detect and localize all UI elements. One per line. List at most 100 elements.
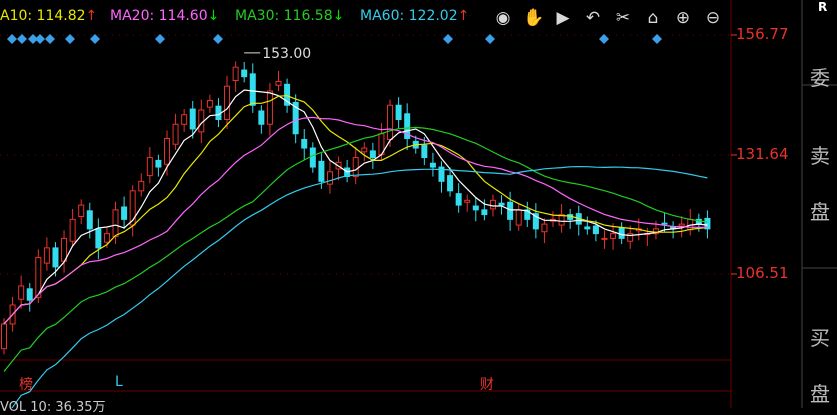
ma-value: MA30: 116.58 [235,8,333,24]
candle-body [26,288,33,301]
candle-body [172,123,179,145]
candle-body [661,222,668,225]
candle-body [301,138,308,149]
candle-body [181,114,188,125]
candle-body [249,73,256,106]
ma-trend-arrow: ↓ [207,8,220,24]
price-axis-mid: 131.64 [736,145,789,163]
candle-body [395,104,402,121]
event-diamond-icon [652,34,662,44]
candle-body [447,175,454,192]
ma-legend-item: MA60: 122.02↑ [360,8,469,24]
candle-body [78,204,85,218]
event-diamond-icon [17,34,27,44]
ma-trend-arrow: ↓ [332,8,345,24]
ma-trend-arrow: ↑ [457,8,470,24]
candle-body [52,247,59,268]
scissors-icon[interactable]: ✂ [613,8,633,28]
marker-l[interactable]: L [115,374,123,390]
candle-body [206,99,213,108]
play-icon[interactable]: ▶ [553,8,573,28]
ma60-line [6,165,708,415]
ma-value: A10: 114.82 [0,8,86,24]
candle-body [155,159,162,168]
marker-bang[interactable]: 榜 [19,374,33,394]
eye-icon[interactable]: ◉ [493,8,513,28]
candle-body [618,227,625,239]
volume-label: VOL 10: 36.35万 [0,400,106,415]
ma-legend-item: MA30: 116.58↓ [235,8,344,24]
ma-value: MA60: 122.02 [360,8,458,24]
candle-body [95,228,102,249]
candle-body [464,199,471,203]
event-diamond-icon [599,34,609,44]
side-label-sell[interactable]: 卖 [810,140,830,169]
candle-body [515,209,522,226]
candle-body [318,160,325,182]
candle-body [138,180,145,192]
price-axis-high: 156.77 [736,25,789,43]
candle-body [472,205,479,211]
price-axis-low: 106.51 [736,264,789,282]
candle-body [1,323,7,350]
side-label-buy[interactable]: 买 [810,322,830,351]
candle-body [146,157,153,177]
peak-price-label: 153.00 [262,46,311,62]
ma-legend-item: A10: 114.82↑ [0,8,97,24]
ma-trend-arrow: ↑ [85,8,98,24]
candle-body [481,209,488,216]
candle-body [112,209,119,237]
zoom-out-icon[interactable]: ⊖ [703,8,723,28]
event-diamond-icon [45,34,55,44]
ma-value: MA20: 114.60 [110,8,208,24]
event-diamond-icon [35,34,45,44]
zoom-in-icon[interactable]: ⊕ [673,8,693,28]
candle-body [369,150,376,159]
event-diamond-icon [485,34,495,44]
candle-body [121,206,128,220]
candle-body [275,80,282,86]
side-label-wei[interactable]: 委 [810,62,830,91]
candle-body [592,225,599,235]
event-diamond-icon [65,34,75,44]
lock-icon[interactable]: ⌂ [643,8,663,28]
candle-body [361,147,368,153]
candle-body [489,199,496,210]
candle-body [258,110,265,125]
candle-body [86,210,93,230]
candle-body [455,193,462,206]
candle-body [387,104,394,140]
event-diamond-icon [7,34,17,44]
candle-body [610,233,617,239]
stock-chart[interactable]: 153.00 [0,0,837,415]
event-diamond-icon [155,34,165,44]
candle-body [241,69,248,78]
candle-body [678,223,685,227]
candle-body [163,138,170,165]
undo-icon[interactable]: ↶ [583,8,603,28]
candle-body [43,247,50,264]
candle-body [198,109,205,133]
candle-body [309,147,316,168]
candle-body [18,285,25,300]
candle-body [69,218,76,242]
side-label-pan: 盘 [810,200,830,224]
ma-legend-item: MA20: 114.60↓ [110,8,219,24]
candle-body [232,66,239,82]
hand-icon[interactable]: ✋ [523,8,544,28]
candle-body [189,108,196,130]
candle-body [266,90,273,125]
candle-body [352,157,359,178]
candle-body [507,201,514,220]
marker-cai[interactable]: 财 [480,374,494,394]
event-diamond-icon [213,34,223,44]
candle-body [224,85,231,121]
candle-body [326,171,333,185]
candle-body [584,226,591,230]
side-label-pan2: 盘 [810,382,830,406]
candle-body [601,237,608,240]
event-diamond-icon [443,34,453,44]
candlestick-chart[interactable]: 153.00 [0,0,837,415]
side-label-r: R [818,0,828,14]
candle-body [498,202,505,206]
